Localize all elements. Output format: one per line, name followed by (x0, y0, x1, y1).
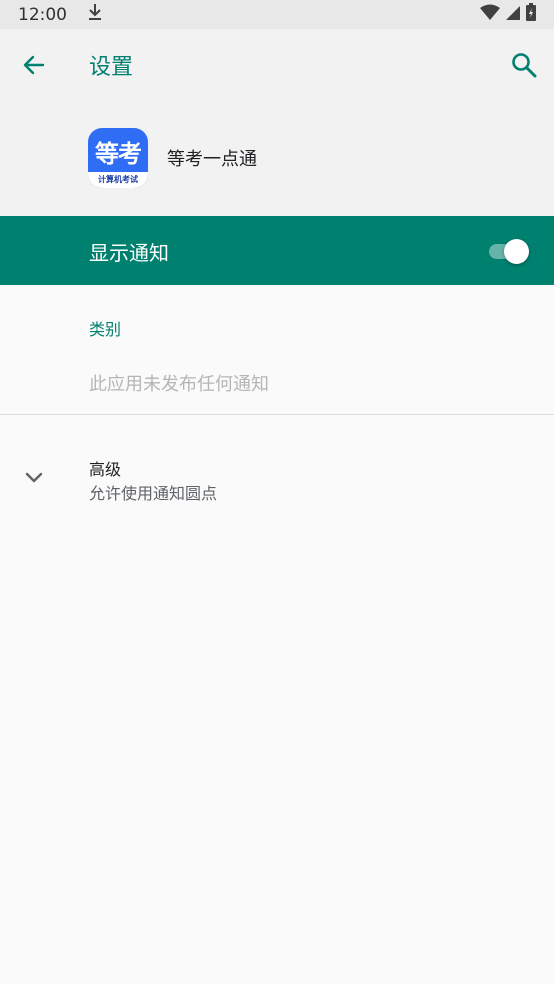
advanced-title: 高级 (89, 460, 122, 479)
status-time: 12:00 (18, 4, 67, 25)
category-header: 类别 (89, 320, 122, 339)
advanced-summary: 允许使用通知圆点 (89, 484, 218, 503)
page-title: 设置 (89, 55, 134, 80)
advanced-row[interactable]: 高级 允许使用通知圆点 (0, 445, 554, 509)
divider (0, 414, 554, 415)
app-icon-logo-text: 等考 (95, 140, 142, 168)
back-arrow-icon[interactable] (20, 51, 48, 79)
search-icon[interactable] (510, 51, 538, 79)
app-header: 等考 计算机考试 等考一点通 (0, 101, 554, 216)
no-notifications-text: 此应用未发布任何通知 (89, 374, 269, 395)
app-name: 等考一点通 (167, 149, 257, 170)
download-icon (87, 3, 103, 26)
show-notifications-label: 显示通知 (89, 241, 169, 265)
signal-icon (506, 4, 520, 25)
toggle-thumb (504, 239, 529, 264)
battery-icon (526, 3, 536, 26)
show-notifications-toggle[interactable] (489, 239, 529, 264)
status-bar: 12:00 (0, 0, 554, 29)
show-notifications-switch-row[interactable]: 显示通知 (0, 216, 554, 285)
chevron-down-icon (22, 465, 46, 489)
app-icon: 等考 计算机考试 (88, 128, 148, 188)
status-icons (480, 3, 536, 26)
app-icon-caption: 计算机考试 (88, 172, 148, 188)
app-bar: 设置 (0, 29, 554, 101)
wifi-icon (480, 4, 500, 25)
